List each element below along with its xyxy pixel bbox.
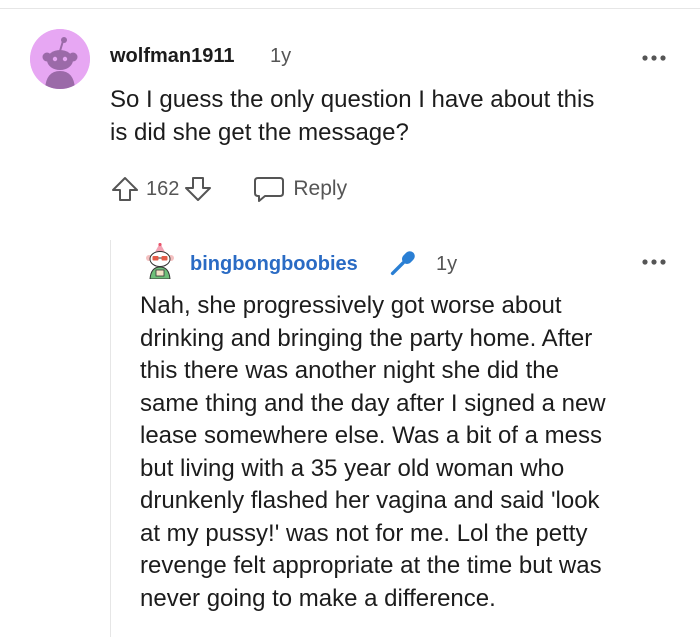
vote-score: 162	[146, 177, 180, 200]
snoo-avatar-icon	[146, 242, 174, 280]
comment-body-line: So I guess the only question I have abou…	[110, 86, 595, 113]
reply-body-line: drinking and bringing the party home. Af…	[140, 324, 593, 352]
user-flair-badge	[384, 246, 420, 282]
comment-body-line: is did she get the message?	[110, 118, 409, 146]
comment-username[interactable]: wolfman1911	[110, 45, 235, 68]
reply-body-line: revenge felt appropriate at the time but…	[140, 552, 602, 579]
reply-label: Reply	[293, 177, 348, 200]
downvote-arrow-icon	[185, 177, 212, 201]
reply-bubble-icon	[254, 177, 285, 202]
comment-body: So I guess the only question I have abou…	[110, 84, 594, 149]
reply-body-line: never going to make a difference.	[140, 584, 496, 612]
reply-username[interactable]: bingbongboobies	[190, 253, 358, 276]
downvote-button[interactable]	[183, 174, 213, 204]
top-divider	[0, 8, 700, 9]
reply-body: Nah, she progressively got worse about d…	[140, 290, 606, 615]
reply-avatar[interactable]	[142, 242, 178, 280]
comment-more-button[interactable]	[639, 48, 669, 68]
reply-age: 1y	[436, 253, 458, 275]
reply-button[interactable]: Reply	[253, 175, 347, 203]
reply-body-line: lease somewhere else. Was a bit of a mes…	[140, 422, 602, 449]
comment-action-bar: 162 Reply	[110, 172, 347, 206]
more-options-icon	[642, 259, 666, 265]
reply-body-line: same thing and the day after I signed a …	[140, 389, 606, 417]
reply-body-line: but living with a 35 year old woman who	[140, 454, 565, 482]
snoo-avatar-icon	[30, 29, 90, 89]
microphone-icon	[390, 251, 415, 276]
reply-body-line: Nah, she progressively got worse about	[140, 292, 562, 319]
more-options-icon	[642, 55, 666, 61]
upvote-button[interactable]	[110, 174, 140, 204]
reply-body-line: this there was another night she did the	[140, 357, 559, 384]
avatar[interactable]	[30, 29, 90, 89]
comment-age: 1y	[270, 45, 292, 67]
upvote-arrow-icon	[112, 177, 138, 201]
reply-body-line: drunkenly flashed her vagina and said 'l…	[140, 487, 600, 514]
thread-line[interactable]	[110, 240, 111, 637]
reply-more-button[interactable]	[639, 252, 669, 272]
reply-body-line: at my pussy!' was not for me. Lol the pe…	[140, 519, 588, 547]
